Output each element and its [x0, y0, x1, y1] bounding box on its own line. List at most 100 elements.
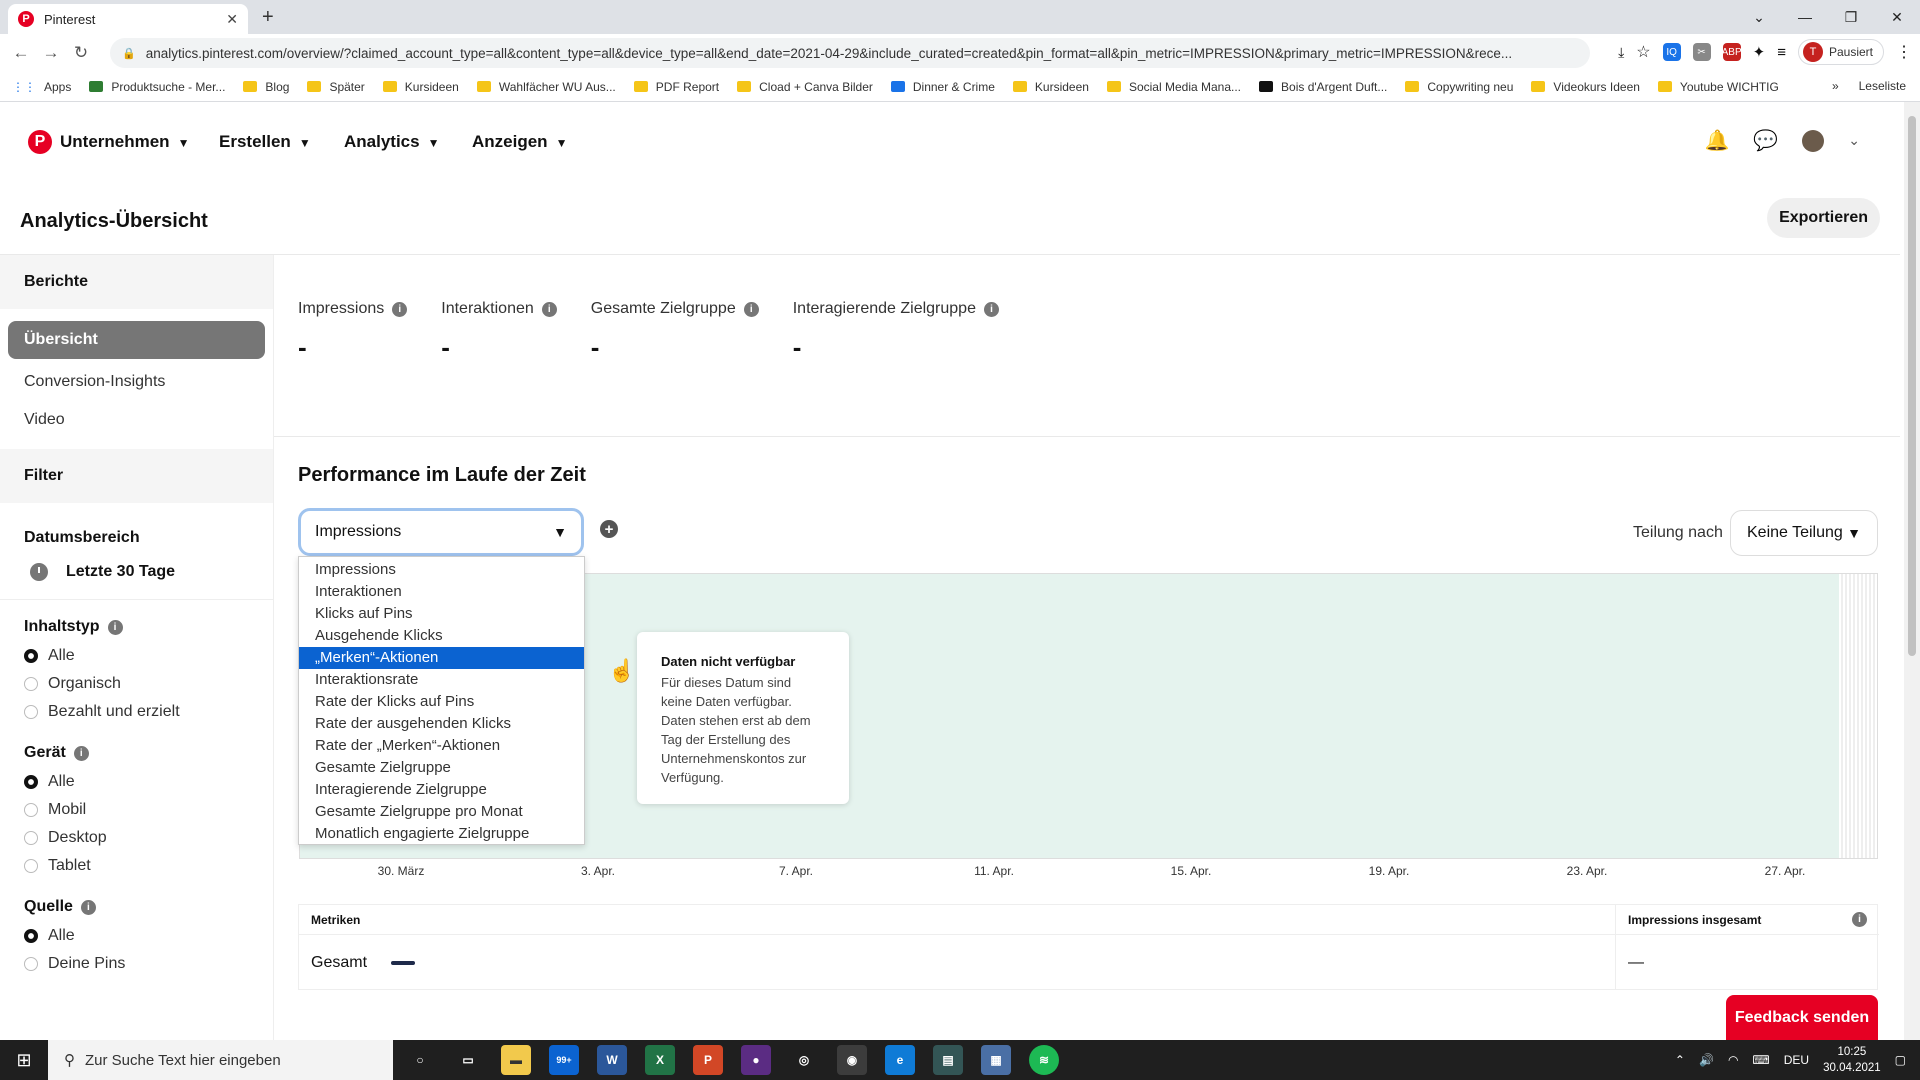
url-bar[interactable]: 🔒 analytics.pinterest.com/overview/?clai…: [110, 38, 1590, 68]
bookmark-item[interactable]: Wahlfächer WU Aus...: [476, 80, 616, 94]
avatar[interactable]: [1802, 129, 1825, 152]
chrome-icon[interactable]: ◉: [837, 1045, 867, 1075]
dropdown-option[interactable]: Klicks auf Pins: [299, 603, 584, 625]
edge-icon[interactable]: e: [885, 1045, 915, 1075]
mail-icon[interactable]: 99+: [549, 1045, 579, 1075]
sidebar-item-conversion-insights[interactable]: Conversion-Insights: [0, 363, 273, 401]
dropdown-option[interactable]: Gesamte Zielgruppe: [299, 757, 584, 779]
content-type-organic[interactable]: Organisch: [0, 670, 273, 698]
split-select[interactable]: Keine Teilung ▼: [1730, 510, 1878, 556]
bookmark-apps[interactable]: ⋮⋮ Apps: [12, 80, 71, 94]
content-type-paid[interactable]: Bezahlt und erzielt: [0, 698, 273, 726]
word-icon[interactable]: W: [597, 1045, 627, 1075]
source-all[interactable]: Alle: [0, 922, 273, 950]
info-icon[interactable]: i: [107, 619, 123, 635]
export-button[interactable]: Exportieren: [1767, 198, 1880, 238]
new-tab-button[interactable]: +: [262, 6, 274, 29]
minimize-icon[interactable]: —: [1782, 9, 1828, 25]
taskbar-search[interactable]: ⚲ Zur Suche Text hier eingeben: [48, 1040, 393, 1080]
app-icon[interactable]: ●: [741, 1045, 771, 1075]
menu-kebab-icon[interactable]: ⋮: [1896, 42, 1912, 62]
network-icon[interactable]: ◠: [1728, 1053, 1738, 1067]
task-view-icon[interactable]: ▭: [453, 1045, 483, 1075]
add-metric-icon[interactable]: +: [600, 520, 618, 538]
dropdown-option-highlighted[interactable]: „Merken“-Aktionen: [299, 647, 584, 669]
app-icon[interactable]: ▦: [981, 1045, 1011, 1075]
nav-unternehmen[interactable]: Unternehmen ▼: [60, 132, 189, 152]
tab-search-icon[interactable]: ⌄: [1736, 9, 1782, 26]
forward-icon[interactable]: →: [36, 43, 66, 63]
notification-center-icon[interactable]: ▢: [1895, 1053, 1906, 1067]
metric-select[interactable]: Impressions ▼: [298, 508, 584, 556]
info-icon[interactable]: i: [73, 745, 89, 761]
bookmark-item[interactable]: Cload + Canva Bilder: [737, 80, 873, 94]
language-indicator[interactable]: DEU: [1784, 1053, 1809, 1067]
bookmark-item[interactable]: Blog: [243, 80, 289, 94]
dropdown-option[interactable]: Interagierende Zielgruppe: [299, 779, 584, 801]
puzzle-extensions-icon[interactable]: ✦: [1753, 43, 1766, 61]
media-control-icon[interactable]: ≡: [1777, 44, 1786, 61]
bookmark-item[interactable]: Später: [307, 80, 365, 94]
taskbar-clock[interactable]: 10:25 30.04.2021: [1823, 1044, 1881, 1076]
device-mobile[interactable]: Mobil: [0, 796, 273, 824]
maximize-icon[interactable]: ❐: [1828, 9, 1874, 26]
excel-icon[interactable]: X: [645, 1045, 675, 1075]
scrollbar-thumb[interactable]: [1908, 116, 1916, 656]
device-all[interactable]: Alle: [0, 768, 273, 796]
dropdown-option[interactable]: Monatlich engagierte Zielgruppe: [299, 823, 584, 845]
more-bookmarks-button[interactable]: »: [1832, 79, 1839, 93]
sidebar-item-video[interactable]: Video: [0, 401, 273, 439]
info-icon[interactable]: i: [541, 301, 557, 317]
adblock-icon[interactable]: ABP: [1722, 43, 1742, 61]
bookmark-item[interactable]: Bois d'Argent Duft...: [1259, 80, 1387, 94]
device-desktop[interactable]: Desktop: [0, 824, 273, 852]
sidebar-item-overview[interactable]: Übersicht: [8, 321, 265, 359]
reload-icon[interactable]: ↻: [66, 43, 96, 63]
date-range-selector[interactable]: Letzte 30 Tage: [0, 553, 273, 591]
download-icon[interactable]: ⤓: [1618, 44, 1624, 61]
bookmark-item[interactable]: Dinner & Crime: [890, 80, 995, 94]
info-icon[interactable]: i: [80, 899, 96, 915]
bookmark-item[interactable]: Videokurs Ideen: [1531, 80, 1640, 94]
iq-extension-icon[interactable]: IQ: [1662, 43, 1681, 61]
file-explorer-icon[interactable]: ▬: [501, 1045, 531, 1075]
bookmark-item[interactable]: Kursideen: [1012, 80, 1089, 94]
close-window-icon[interactable]: ✕: [1874, 9, 1920, 26]
dropdown-option[interactable]: Interaktionen: [299, 581, 584, 603]
windows-start-icon[interactable]: ⊞: [0, 1050, 48, 1071]
feedback-button[interactable]: Feedback senden: [1726, 995, 1878, 1041]
tray-chevron-icon[interactable]: ⌃: [1675, 1053, 1685, 1067]
app-icon[interactable]: ▤: [933, 1045, 963, 1075]
info-icon[interactable]: i: [983, 301, 999, 317]
page-scrollbar[interactable]: [1904, 102, 1920, 1040]
bookmark-item[interactable]: Youtube WICHTIG: [1657, 80, 1779, 94]
volume-icon[interactable]: 🔊: [1699, 1053, 1714, 1067]
notifications-bell-icon[interactable]: 🔔: [1704, 128, 1729, 153]
bookmark-item[interactable]: Social Media Mana...: [1106, 80, 1241, 94]
dropdown-option[interactable]: Rate der „Merken“-Aktionen: [299, 735, 584, 757]
content-type-all[interactable]: Alle: [0, 642, 273, 670]
pinterest-logo-icon[interactable]: P: [28, 130, 52, 154]
bookmark-item[interactable]: PDF Report: [633, 80, 719, 94]
spotify-icon[interactable]: ≋: [1029, 1045, 1059, 1075]
source-your-pins[interactable]: Deine Pins: [0, 950, 273, 978]
extension-icon[interactable]: ✂: [1692, 43, 1711, 61]
dropdown-option[interactable]: Rate der ausgehenden Klicks: [299, 713, 584, 735]
nav-analytics[interactable]: Analytics ▼: [344, 132, 439, 152]
info-icon[interactable]: i: [1852, 912, 1867, 927]
device-tablet[interactable]: Tablet: [0, 852, 273, 880]
browser-tab[interactable]: P Pinterest ✕: [8, 4, 248, 34]
bookmark-item[interactable]: Kursideen: [382, 80, 459, 94]
info-icon[interactable]: i: [392, 301, 408, 317]
dropdown-option[interactable]: Rate der Klicks auf Pins: [299, 691, 584, 713]
nav-anzeigen[interactable]: Anzeigen ▼: [472, 132, 567, 152]
bookmark-item[interactable]: Produktsuche - Mer...: [89, 80, 225, 94]
dropdown-option[interactable]: Impressions: [299, 559, 584, 581]
keyboard-icon[interactable]: ⌨: [1752, 1053, 1769, 1067]
reading-list-button[interactable]: Leseliste: [1859, 79, 1906, 93]
bookmark-star-icon[interactable]: ☆: [1636, 42, 1650, 62]
info-icon[interactable]: i: [743, 301, 759, 317]
back-icon[interactable]: ←: [6, 43, 36, 63]
dropdown-option[interactable]: Ausgehende Klicks: [299, 625, 584, 647]
app-icon[interactable]: ◎: [789, 1045, 819, 1075]
